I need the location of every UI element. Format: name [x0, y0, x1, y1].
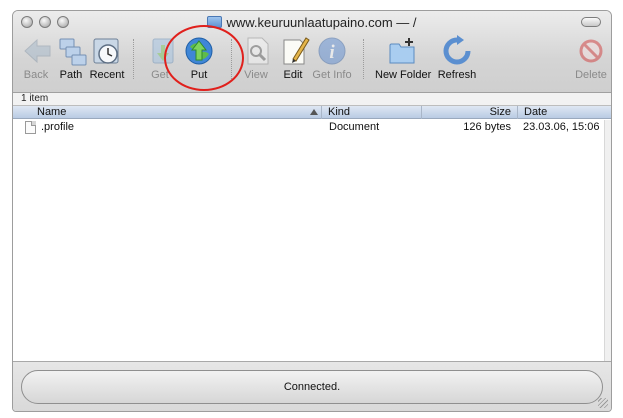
document-icon [25, 121, 36, 134]
edit-button[interactable]: Edit [279, 35, 310, 87]
column-header-size[interactable]: Size [421, 106, 517, 119]
path-button[interactable]: Path [57, 35, 87, 87]
table-row[interactable]: .profile Document 126 bytes 23.03.06, 15… [13, 120, 611, 135]
file-date: 23.03.06, 15:06 [523, 121, 600, 133]
path-icon [59, 38, 87, 66]
title-bar: www.keuruunlaatupaino.com — / [13, 11, 611, 33]
toolbar: Back Path Recent Get Put View Edit i Get… [13, 33, 611, 91]
file-list: Name Kind Size Date .profile Document 12… [13, 106, 611, 361]
status-bar: Connected. [13, 361, 611, 411]
window-chrome: www.keuruunlaatupaino.com — / Back Path [13, 11, 611, 93]
refresh-icon [443, 35, 471, 65]
file-name: .profile [41, 121, 75, 133]
connection-status: Connected. [21, 370, 603, 404]
back-arrow-icon [24, 38, 51, 64]
refresh-button[interactable]: Refresh [437, 35, 477, 87]
info-icon: i [318, 37, 346, 65]
toolbar-separator [133, 39, 134, 79]
edit-icon [283, 37, 310, 65]
column-header-kind[interactable]: Kind [321, 106, 421, 119]
new-folder-button[interactable]: New Folder [375, 35, 431, 87]
back-button[interactable]: Back [21, 35, 51, 87]
svg-text:i: i [329, 42, 335, 63]
column-header-date[interactable]: Date [517, 106, 605, 119]
sort-ascending-icon [310, 109, 318, 115]
view-button[interactable]: View [241, 35, 271, 87]
view-icon [247, 37, 269, 65]
browser-window: www.keuruunlaatupaino.com — / Back Path [12, 10, 612, 412]
put-highlight-circle [164, 25, 244, 91]
get-info-button[interactable]: i Get Info [311, 35, 353, 87]
new-folder-icon [389, 38, 415, 64]
table-header: Name Kind Size Date [13, 106, 611, 119]
recent-icon [93, 38, 119, 64]
column-header-name[interactable]: Name [13, 106, 321, 119]
resize-grip-icon[interactable] [598, 398, 608, 408]
delete-button[interactable]: Delete [575, 35, 607, 87]
window-title: www.keuruunlaatupaino.com — / [13, 15, 611, 30]
file-size: 126 bytes [463, 121, 511, 133]
vertical-scrollbar[interactable] [604, 120, 611, 361]
file-kind: Document [329, 121, 380, 133]
recent-button[interactable]: Recent [89, 35, 125, 87]
delete-icon [579, 39, 603, 63]
item-count: 1 item [13, 93, 611, 106]
toolbar-separator [363, 39, 364, 79]
toolbar-toggle-button[interactable] [581, 17, 601, 27]
